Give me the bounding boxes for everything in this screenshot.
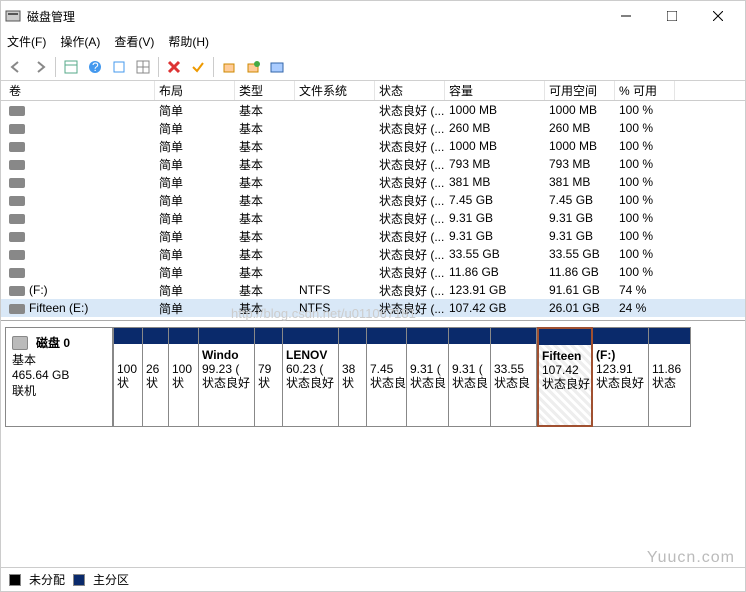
close-button[interactable] <box>695 1 741 31</box>
apply-button[interactable] <box>187 56 209 78</box>
table-row[interactable]: 简单基本状态良好 (...7.45 GB7.45 GB100 % <box>1 191 745 209</box>
menu-bar: 文件(F) 操作(A) 查看(V) 帮助(H) <box>1 31 745 53</box>
title-bar: 磁盘管理 <box>1 1 745 31</box>
partition-block[interactable]: LENOV60.23 (状态良好 <box>283 327 339 427</box>
minimize-button[interactable] <box>603 1 649 31</box>
app-icon <box>5 8 21 24</box>
col-pct[interactable]: % 可用 <box>615 81 675 100</box>
partition-block[interactable]: 26状 <box>143 327 169 427</box>
disk-size: 465.64 GB <box>12 368 106 382</box>
attach-button[interactable] <box>242 56 264 78</box>
table-row[interactable]: 简单基本状态良好 (...793 MB793 MB100 % <box>1 155 745 173</box>
partition-block[interactable]: 100状 <box>113 327 143 427</box>
partition-block[interactable]: 100状 <box>169 327 199 427</box>
settings-button[interactable] <box>266 56 288 78</box>
disk-icon <box>12 336 28 350</box>
legend-primary-icon <box>73 574 85 586</box>
table-row[interactable]: 简单基本状态良好 (...9.31 GB9.31 GB100 % <box>1 209 745 227</box>
volume-list[interactable]: 卷 布局 类型 文件系统 状态 容量 可用空间 % 可用 简单基本状态良好 (.… <box>1 81 745 321</box>
partition-block[interactable]: (F:)123.91状态良好 <box>593 327 649 427</box>
menu-view[interactable]: 查看(V) <box>114 33 154 50</box>
properties-button[interactable] <box>132 56 154 78</box>
svg-text:?: ? <box>92 60 99 74</box>
col-type[interactable]: 类型 <box>235 81 295 100</box>
table-row[interactable]: 简单基本状态良好 (...260 MB260 MB100 % <box>1 119 745 137</box>
legend-primary: 主分区 <box>93 571 129 588</box>
maximize-button[interactable] <box>649 1 695 31</box>
toolbar: ? <box>1 53 745 81</box>
table-row[interactable]: 简单基本状态良好 (...9.31 GB9.31 GB100 % <box>1 227 745 245</box>
partition-block[interactable]: 79状 <box>255 327 283 427</box>
legend-unallocated: 未分配 <box>29 571 65 588</box>
partition-block[interactable]: Windo99.23 (状态良好 <box>199 327 255 427</box>
menu-help[interactable]: 帮助(H) <box>168 33 209 50</box>
partition-block[interactable]: 9.31 (状态良 <box>449 327 491 427</box>
disk-info[interactable]: 磁盘 0 基本 465.64 GB 联机 <box>5 327 113 427</box>
disk-type: 基本 <box>12 351 106 368</box>
forward-button[interactable] <box>29 56 51 78</box>
col-status[interactable]: 状态 <box>375 81 445 100</box>
view-list-button[interactable] <box>60 56 82 78</box>
rescan-button[interactable] <box>218 56 240 78</box>
partition-block[interactable]: Fifteen107.42状态良好 <box>537 327 593 427</box>
col-free[interactable]: 可用空间 <box>545 81 615 100</box>
disk-status: 联机 <box>12 382 106 399</box>
col-fs[interactable]: 文件系统 <box>295 81 375 100</box>
disk-label: 磁盘 0 <box>36 334 70 351</box>
menu-file[interactable]: 文件(F) <box>7 33 46 50</box>
legend-unallocated-icon <box>9 574 21 586</box>
table-row[interactable]: 简单基本状态良好 (...11.86 GB11.86 GB100 % <box>1 263 745 281</box>
table-row[interactable]: 简单基本状态良好 (...33.55 GB33.55 GB100 % <box>1 245 745 263</box>
legend: 未分配 主分区 <box>1 567 745 591</box>
partition-block[interactable]: 33.55状态良 <box>491 327 537 427</box>
disk-graphical-view: 磁盘 0 基本 465.64 GB 联机 100状 26状 100状Windo9… <box>1 321 745 449</box>
table-row[interactable]: 简单基本状态良好 (...381 MB381 MB100 % <box>1 173 745 191</box>
partition-block[interactable]: 9.31 (状态良 <box>407 327 449 427</box>
partition-block[interactable]: 11.86状态 <box>649 327 691 427</box>
help-button[interactable]: ? <box>84 56 106 78</box>
back-button[interactable] <box>5 56 27 78</box>
menu-action[interactable]: 操作(A) <box>60 33 100 50</box>
partition-block[interactable]: 7.45状态良 <box>367 327 407 427</box>
remove-button[interactable] <box>163 56 185 78</box>
brand-watermark: Yuucn.com <box>647 549 735 567</box>
col-volume[interactable]: 卷 <box>5 81 155 100</box>
table-row[interactable]: (F:)简单基本NTFS状态良好 (...123.91 GB91.61 GB74… <box>1 281 745 299</box>
refresh-button[interactable] <box>108 56 130 78</box>
table-row[interactable]: Fifteen (E:)简单基本NTFS状态良好 (...107.42 GB26… <box>1 299 745 317</box>
table-row[interactable]: 简单基本状态良好 (...1000 MB1000 MB100 % <box>1 137 745 155</box>
partition-block[interactable]: 38状 <box>339 327 367 427</box>
window-title: 磁盘管理 <box>27 8 75 25</box>
column-headers: 卷 布局 类型 文件系统 状态 容量 可用空间 % 可用 <box>1 81 745 101</box>
col-capacity[interactable]: 容量 <box>445 81 545 100</box>
col-layout[interactable]: 布局 <box>155 81 235 100</box>
table-row[interactable]: 简单基本状态良好 (...1000 MB1000 MB100 % <box>1 101 745 119</box>
